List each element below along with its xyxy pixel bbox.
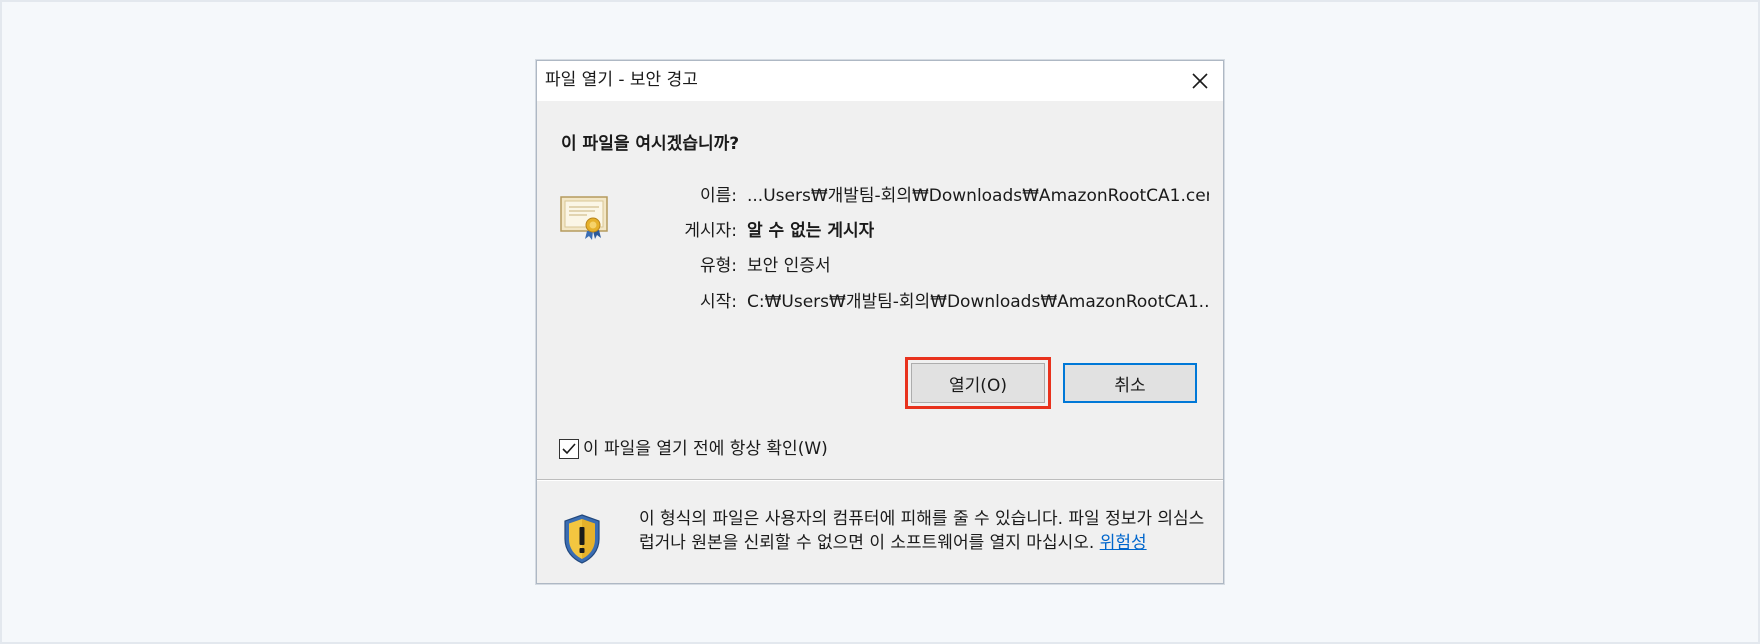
always-ask-label: 이 파일을 열기 전에 항상 확인(W) [583,439,828,459]
title-bar: 파일 열기 - 보안 경고 [537,61,1223,101]
checkmark-icon [562,443,576,455]
type-value: 보안 인증서 [747,256,831,276]
always-ask-checkbox-row[interactable]: 이 파일을 열기 전에 항상 확인(W) [559,437,828,461]
name-value: ...Users₩개발팀-회의₩Downloads₩AmazonRootCA1.… [747,186,1209,206]
publisher-label: 게시자: [684,221,737,241]
certificate-icon [560,196,608,240]
divider-highlight [537,480,1223,481]
dialog-question: 이 파일을 여시겠습니까? [561,134,740,154]
highlight-annotation [905,357,1051,409]
warning-message: 이 형식의 파일은 사용자의 컴퓨터에 피해를 줄 수 있습니다. 파일 정보가… [639,507,1209,555]
cancel-button[interactable]: 취소 [1063,363,1197,403]
publisher-value: 알 수 없는 게시자 [747,221,875,241]
close-icon [1192,73,1208,89]
dialog-title: 파일 열기 - 보안 경고 [545,70,698,90]
type-label: 유형: [699,256,737,276]
close-button[interactable] [1177,61,1223,101]
security-warning-dialog: 파일 열기 - 보안 경고 이 파일을 여시겠습니까? 이름: ...Users… [536,60,1224,584]
shield-warning-icon [564,514,600,564]
from-value: C:₩Users₩개발팀-회의₩Downloads₩AmazonRootCA1.… [747,292,1209,312]
risk-link[interactable]: 위험성 [1100,533,1147,553]
from-label: 시작: [699,292,737,312]
always-ask-checkbox[interactable] [559,439,579,459]
name-label: 이름: [699,186,737,206]
